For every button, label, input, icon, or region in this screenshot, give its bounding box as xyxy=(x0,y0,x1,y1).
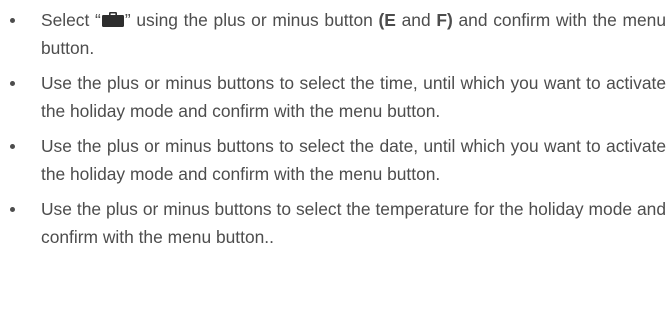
bullet-1-mid: and xyxy=(395,10,437,30)
list-item: Select “ ” using the plus or minus button… xyxy=(0,0,672,62)
list-item: Use the plus or minus buttons to select … xyxy=(0,132,672,188)
list-item: Use the plus or minus buttons to select … xyxy=(0,195,672,251)
list-item: Use the plus or minus buttons to select … xyxy=(0,69,672,125)
instruction-list: Select “ ” using the plus or minus button… xyxy=(0,0,672,258)
bullet-dot xyxy=(10,81,15,86)
bullet-2-text: Use the plus or minus buttons to select … xyxy=(41,73,666,121)
button-ref-f: F) xyxy=(436,10,453,30)
bullet-3-text: Use the plus or minus buttons to select … xyxy=(41,136,666,184)
bullet-1-prefix: Select “ xyxy=(41,10,101,30)
bullet-dot xyxy=(10,207,15,212)
button-ref-e: (E xyxy=(378,10,396,30)
bullet-1-after-icon: ” using the plus or minus button xyxy=(124,10,379,30)
suitcase-icon xyxy=(101,12,124,27)
bullet-dot xyxy=(10,144,15,149)
bullet-4-text: Use the plus or minus buttons to select … xyxy=(41,199,666,247)
bullet-dot xyxy=(10,18,15,23)
